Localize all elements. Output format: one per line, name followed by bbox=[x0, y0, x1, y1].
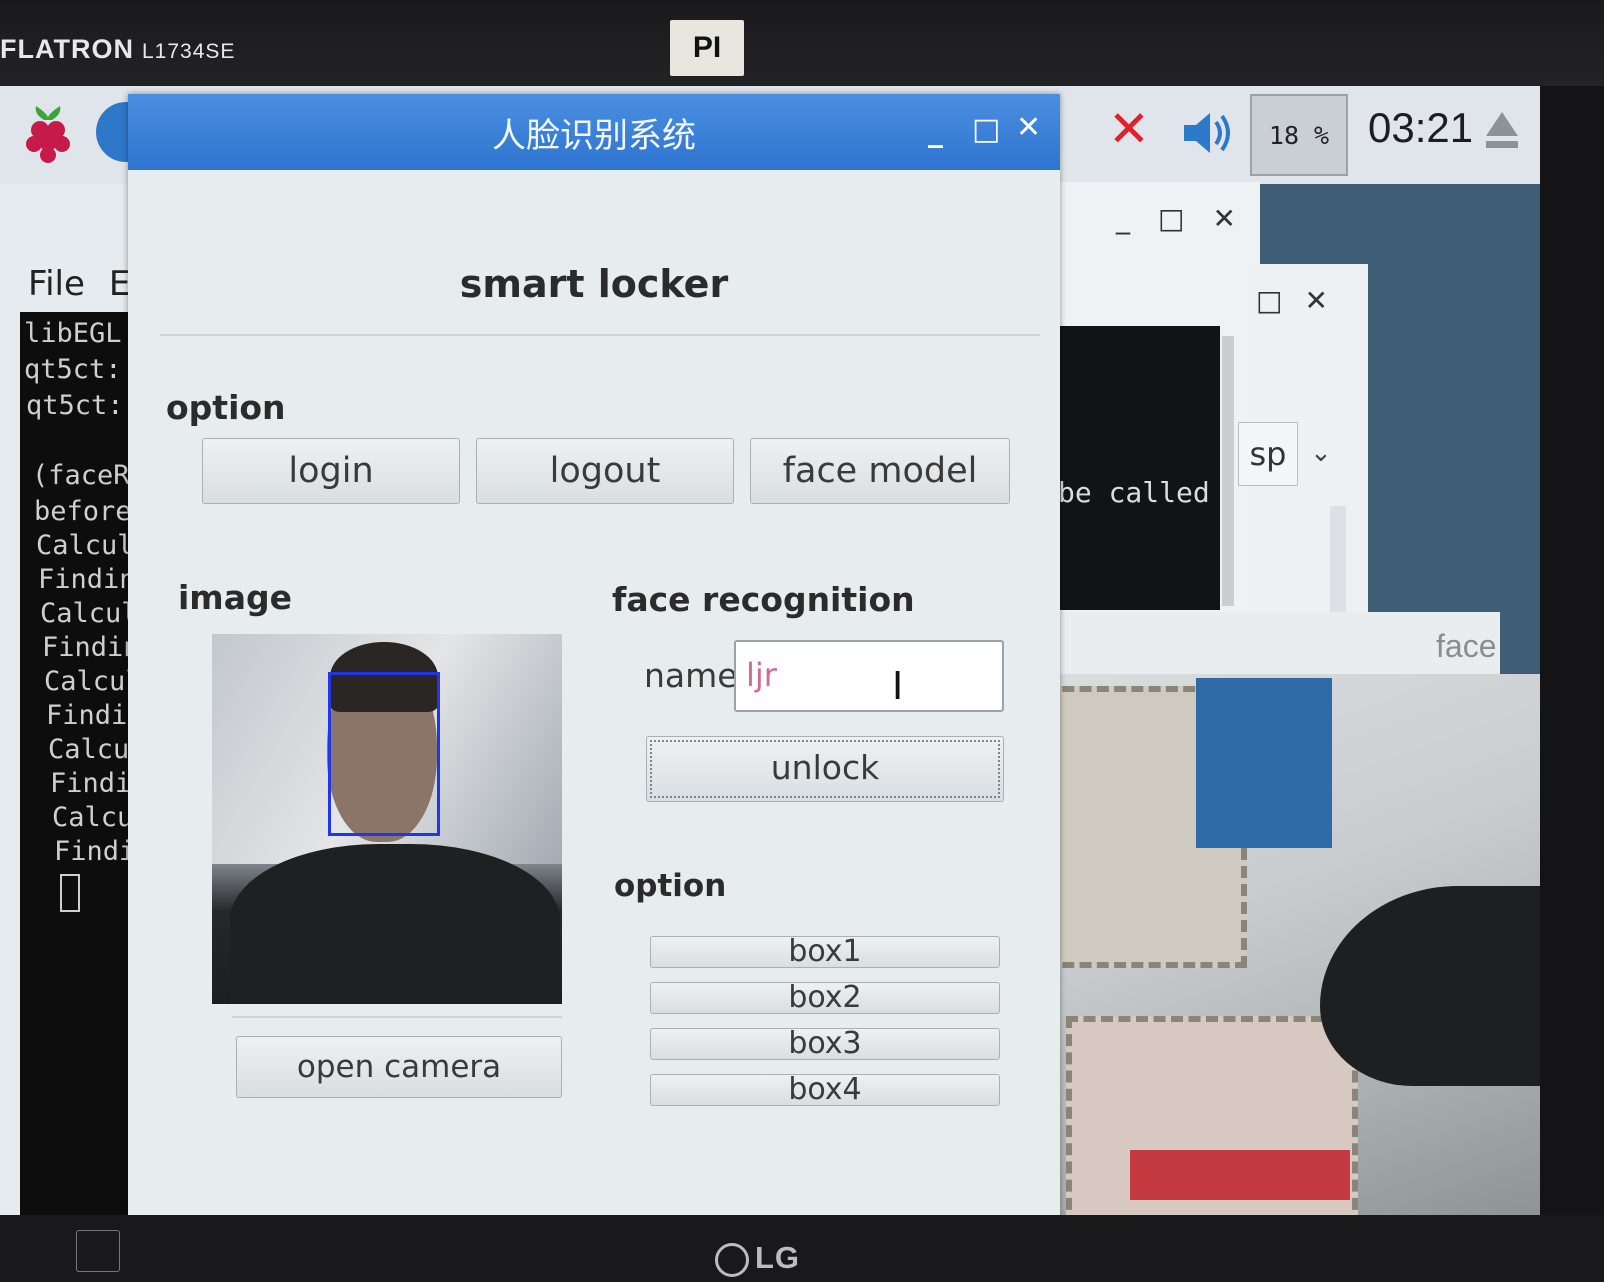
text-cursor-icon: I bbox=[892, 664, 904, 708]
photo-stamp-red-band bbox=[1130, 1150, 1350, 1200]
terminal-cursor bbox=[60, 874, 80, 912]
background-window-controls: □ ✕ bbox=[1256, 284, 1350, 317]
name-input[interactable]: ljr bbox=[734, 640, 1004, 712]
name-label: name: bbox=[644, 656, 749, 695]
face-model-button[interactable]: face model bbox=[750, 438, 1010, 504]
close-icon[interactable]: ✕ bbox=[1304, 284, 1327, 317]
network-disconnected-icon[interactable]: ✕ bbox=[1108, 104, 1150, 154]
maximize-icon[interactable]: □ bbox=[972, 112, 1000, 147]
close-icon[interactable]: ✕ bbox=[1016, 110, 1041, 145]
monitor-brand: FLATRON L1734SE bbox=[0, 34, 236, 64]
clock[interactable]: 03:21 bbox=[1368, 104, 1473, 152]
unlock-button[interactable]: unlock bbox=[646, 736, 1004, 802]
console-text: be called bbox=[1058, 476, 1210, 509]
cpu-monitor[interactable]: 18 % bbox=[1250, 94, 1348, 176]
lg-logo: LG bbox=[715, 1240, 800, 1277]
minimize-icon[interactable]: _ bbox=[1116, 202, 1130, 235]
monitor-bezel-top bbox=[0, 0, 1604, 86]
background-window-strip bbox=[1050, 612, 1500, 674]
option-group-label: option bbox=[166, 388, 286, 427]
close-icon[interactable]: ✕ bbox=[1212, 202, 1235, 235]
box-option-group-label: option bbox=[614, 868, 727, 904]
background-window-controls: _ □ ✕ bbox=[1116, 202, 1264, 235]
menu-file[interactable]: File bbox=[28, 264, 85, 304]
window-title: 人脸识别系统 bbox=[492, 116, 696, 156]
box4-button[interactable]: box4 bbox=[650, 1074, 1000, 1106]
face-detection-box bbox=[328, 672, 440, 836]
raspberry-pi-menu-icon[interactable] bbox=[18, 100, 78, 164]
divider bbox=[232, 1016, 562, 1018]
scrollbar[interactable] bbox=[1222, 336, 1234, 606]
box3-button[interactable]: box3 bbox=[650, 1028, 1000, 1060]
image-group-label: image bbox=[178, 578, 292, 617]
logout-button[interactable]: logout bbox=[476, 438, 734, 504]
chevron-down-icon[interactable]: ⌄ bbox=[1310, 438, 1332, 468]
volume-icon[interactable] bbox=[1180, 108, 1240, 158]
open-camera-button[interactable]: open camera bbox=[236, 1036, 562, 1098]
console-panel bbox=[1050, 326, 1220, 610]
box2-button[interactable]: box2 bbox=[650, 982, 1000, 1014]
face-recognition-group-label: face recognition bbox=[612, 580, 915, 619]
app-title: smart locker bbox=[459, 262, 729, 306]
energy-star-logo bbox=[76, 1230, 120, 1272]
face-label: face bbox=[1436, 628, 1497, 664]
box1-button[interactable]: box1 bbox=[650, 936, 1000, 968]
pi-sticker: PI bbox=[670, 20, 744, 76]
monitor-bezel-bottom bbox=[0, 1215, 1604, 1282]
camera-person-body bbox=[230, 844, 560, 1004]
login-button[interactable]: login bbox=[202, 438, 460, 504]
maximize-icon[interactable]: □ bbox=[1158, 202, 1184, 235]
camera-preview bbox=[212, 634, 562, 1004]
eject-icon[interactable] bbox=[1484, 108, 1520, 152]
combo-box[interactable]: sp bbox=[1238, 422, 1298, 486]
scrollbar[interactable] bbox=[1330, 506, 1346, 614]
photo-blue-card bbox=[1196, 678, 1332, 848]
minimize-icon[interactable]: _ bbox=[928, 114, 943, 149]
divider bbox=[160, 334, 1040, 336]
desktop-screen: ✕ 18 % 03:21 FileEd libEGL w qt5ct: U qt… bbox=[0, 86, 1540, 1221]
lg-logo-icon bbox=[715, 1242, 749, 1277]
maximize-icon[interactable]: □ bbox=[1256, 284, 1282, 317]
